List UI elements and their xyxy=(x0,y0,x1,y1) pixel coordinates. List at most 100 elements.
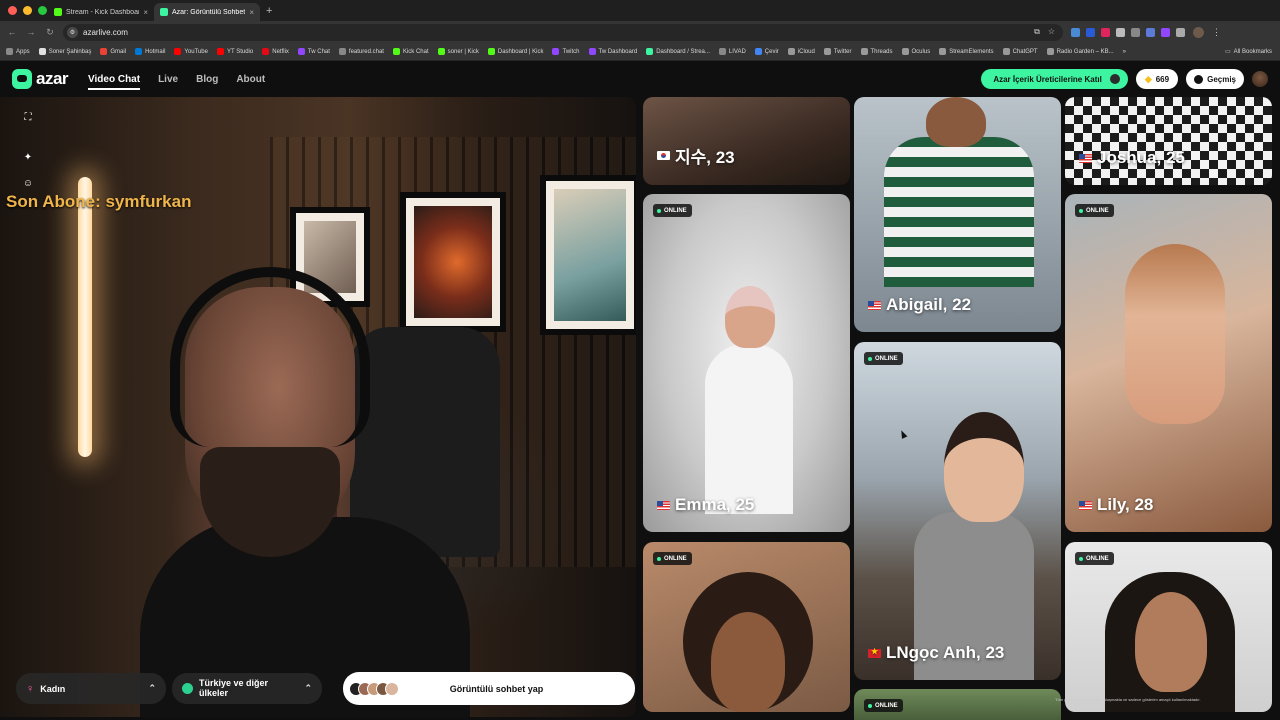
extension-icon[interactable] xyxy=(1086,27,1095,37)
region-filter-select[interactable]: Türkiye ve diğer ülkeler ⌃ xyxy=(172,673,322,704)
bookmark-item[interactable]: Netflix xyxy=(262,48,289,55)
tab-title: Stream - Kick Dashboard xyxy=(66,8,140,16)
all-bookmarks-button[interactable]: ▭ All Bookmarks xyxy=(1225,48,1272,56)
bookmark-item[interactable]: Hotmail xyxy=(135,48,165,55)
bookmark-favicon-icon xyxy=(1046,48,1054,55)
azar-favicon-icon xyxy=(160,8,168,16)
profile-name: LNgọc Anh, 23 xyxy=(868,643,1004,663)
bookmark-item[interactable]: Tw Chat xyxy=(297,48,330,55)
browser-profile-avatar[interactable] xyxy=(1193,26,1204,38)
close-tab-icon[interactable]: × xyxy=(249,8,254,17)
install-app-icon[interactable]: ⧉ xyxy=(1034,27,1040,37)
bookmark-item[interactable]: Gmail xyxy=(100,48,126,55)
bookmark-item[interactable]: StreamElements xyxy=(939,48,994,55)
bookmark-item[interactable]: Çevir xyxy=(754,48,779,55)
bookmark-star-icon[interactable]: ☆ xyxy=(1048,27,1055,37)
bookmark-item[interactable]: YouTube xyxy=(174,48,208,55)
maximize-window-button[interactable] xyxy=(38,6,47,15)
more-bookmarks-icon[interactable]: » xyxy=(1123,49,1126,55)
bookmark-item[interactable]: soner | Kick xyxy=(437,48,479,55)
bookmark-label: Dashboard / Strea... xyxy=(656,48,710,55)
flag-us-icon xyxy=(1079,500,1092,510)
bookmark-item[interactable]: Dashboard | Kick xyxy=(487,48,543,55)
profile-card[interactable]: Abigail, 22 xyxy=(854,97,1061,332)
effects-sparkle-icon[interactable]: ✦ xyxy=(20,149,36,165)
user-avatar[interactable] xyxy=(1252,71,1268,87)
bookmark-item[interactable]: LIVAD xyxy=(718,48,746,55)
online-badge: ONLINE xyxy=(1075,552,1114,565)
bookmark-item[interactable]: ChatGPT xyxy=(1002,48,1038,55)
forward-arrow-icon[interactable]: → xyxy=(24,27,38,37)
profile-card[interactable]: ONLINE xyxy=(854,689,1061,720)
profile-card[interactable]: ONLINE Emma, 25 xyxy=(643,194,850,532)
bookmark-favicon-icon xyxy=(216,48,224,55)
bookmark-favicon-icon xyxy=(135,48,143,55)
back-arrow-icon[interactable]: ← xyxy=(5,27,19,37)
extension-icon[interactable] xyxy=(1146,27,1155,37)
new-tab-plus-icon[interactable]: + xyxy=(266,5,272,17)
address-bar[interactable]: ⚙ azarlive.com ⧉ ☆ xyxy=(63,23,1063,41)
nav-about[interactable]: About xyxy=(236,74,265,85)
header-actions: Azar İçerik Üreticilerine Katıl ◆ 669 Ge… xyxy=(981,69,1268,89)
nav-live[interactable]: Live xyxy=(158,74,178,85)
extension-icon[interactable] xyxy=(1161,27,1170,37)
start-video-chat-button[interactable]: Görüntülü sohbet yap xyxy=(343,672,635,705)
site-info-icon[interactable]: ⚙ xyxy=(67,26,78,38)
profile-photo-face xyxy=(711,612,785,712)
profile-card[interactable]: ONLINE Lily, 28 xyxy=(1065,194,1272,532)
bookmark-item[interactable]: Kick Chat xyxy=(392,48,429,55)
profile-card[interactable]: ONLINE LNgọc Anh, 23 xyxy=(854,342,1061,680)
azar-logo[interactable]: azar xyxy=(12,69,69,89)
flag-kr-icon xyxy=(657,151,670,160)
bookmark-label: YouTube xyxy=(184,48,208,55)
bookmark-item[interactable]: Apps xyxy=(6,48,30,55)
profile-photo-face xyxy=(944,412,1024,522)
bookmark-favicon-icon xyxy=(100,48,108,55)
reload-icon[interactable]: ↻ xyxy=(43,27,57,38)
extension-icon[interactable] xyxy=(1071,27,1080,37)
extension-icon[interactable] xyxy=(1116,27,1125,37)
profile-card[interactable]: ONLINE xyxy=(643,542,850,712)
gender-filter-select[interactable]: ♀ Kadın ⌃ xyxy=(16,673,166,704)
browser-tab-azar[interactable]: Azar: Görüntülü Sohbet × xyxy=(154,3,260,21)
bookmark-item[interactable]: Tw Dashboard xyxy=(588,48,637,55)
profile-card[interactable]: ONLINE xyxy=(1065,542,1272,712)
history-button[interactable]: Geçmiş xyxy=(1186,69,1244,89)
omnibox-actions: ⧉ ☆ xyxy=(1034,27,1063,37)
browser-menu-icon[interactable]: ⋮ xyxy=(1212,27,1221,38)
profile-photo-coat xyxy=(705,344,793,514)
bookmark-label: Threads xyxy=(870,48,893,55)
bookmark-item[interactable]: Radio Garden – KB... xyxy=(1046,48,1114,55)
minimize-window-button[interactable] xyxy=(23,6,32,15)
close-window-button[interactable] xyxy=(8,6,17,15)
join-creators-button[interactable]: Azar İçerik Üreticilerine Katıl xyxy=(981,69,1128,89)
bookmark-item[interactable]: Twitter xyxy=(823,48,852,55)
profile-name: 지수, 23 xyxy=(657,143,735,168)
bookmark-label: Oculus xyxy=(911,48,931,55)
profile-card[interactable]: 지수, 23 xyxy=(643,97,850,185)
bookmark-item[interactable]: Dashboard / Strea... xyxy=(646,48,710,55)
filter-face-icon[interactable]: ☺ xyxy=(20,175,36,191)
browser-tab-kick[interactable]: Stream - Kick Dashboard × xyxy=(48,3,154,21)
bookmark-item[interactable]: featured.chat xyxy=(338,48,384,55)
extension-icon[interactable] xyxy=(1131,27,1140,37)
wall-frame xyxy=(540,175,636,335)
profile-name-text: Lily, 28 xyxy=(1097,495,1154,514)
fullscreen-icon[interactable]: ⛶ xyxy=(20,109,36,125)
gems-balance-button[interactable]: ◆ 669 xyxy=(1135,69,1179,89)
bookmark-label: ChatGPT xyxy=(1012,48,1038,55)
bookmark-item[interactable]: Oculus xyxy=(901,48,931,55)
bookmark-item[interactable]: Twitch xyxy=(552,48,580,55)
bookmark-item[interactable]: iCloud xyxy=(787,48,815,55)
bookmark-item[interactable]: Soner Şahinbaş xyxy=(38,48,91,55)
extension-icon[interactable] xyxy=(1101,27,1110,37)
close-tab-icon[interactable]: × xyxy=(143,8,148,17)
online-badge: ONLINE xyxy=(864,699,903,712)
profile-card[interactable]: Joshua, 25 xyxy=(1065,97,1272,185)
profile-photo-clothing xyxy=(884,137,1034,287)
bookmark-item[interactable]: Threads xyxy=(860,48,893,55)
extensions-puzzle-icon[interactable] xyxy=(1176,27,1185,37)
bookmark-item[interactable]: YT Studio xyxy=(216,48,253,55)
nav-video-chat[interactable]: Video Chat xyxy=(88,69,141,90)
nav-blog[interactable]: Blog xyxy=(196,74,218,85)
